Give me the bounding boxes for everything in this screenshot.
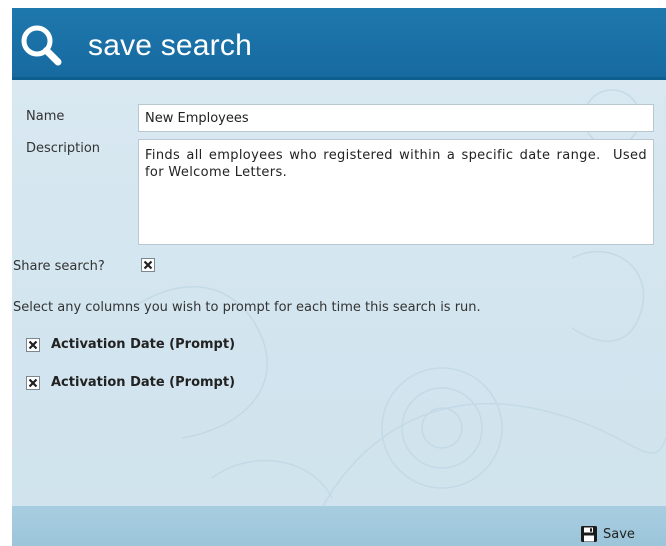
dialog-footer: Save [12,506,666,546]
checkbox-x-icon [28,340,38,350]
dialog-title: save search [88,29,252,62]
description-field[interactable]: Finds all employees who registered withi… [138,139,654,245]
column-checkbox[interactable] [26,376,40,390]
background-swirl-decoration [131,89,666,529]
dialog-header: save search [12,8,666,80]
save-search-dialog: save search Name Description Finds all e… [12,8,666,546]
floppy-disk-icon [581,526,597,542]
prompt-instruction-text: Select any columns you wish to prompt fo… [13,300,481,315]
checkbox-x-icon [143,260,153,270]
share-search-checkbox[interactable] [141,258,155,272]
save-button[interactable]: Save [580,524,635,544]
column-label: Activation Date (Prompt) [51,337,236,352]
name-field[interactable] [138,104,654,132]
column-checkbox[interactable] [26,338,40,352]
description-label: Description [26,141,101,156]
column-label: Activation Date (Prompt) [51,375,236,390]
share-search-label: Share search? [13,259,105,274]
name-label: Name [26,109,65,124]
search-icon [21,25,62,66]
checkbox-x-icon [28,378,38,388]
save-label: Save [603,526,635,542]
